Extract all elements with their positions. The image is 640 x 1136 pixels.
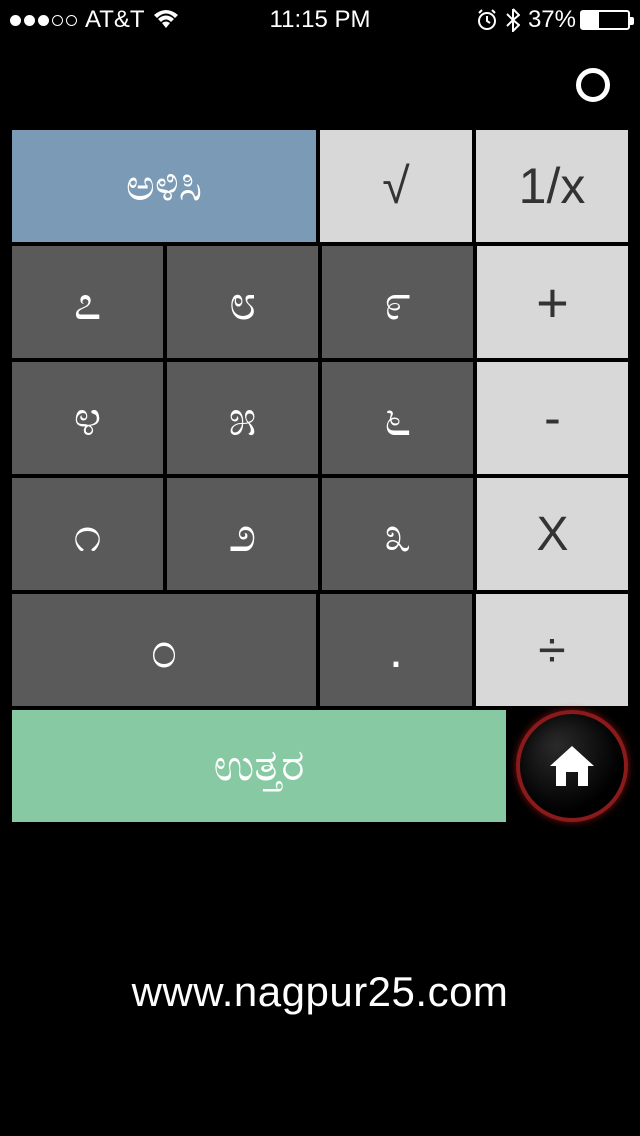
- minus-button[interactable]: -: [477, 362, 628, 474]
- alarm-icon: [476, 9, 498, 31]
- battery-pct-label: 37%: [528, 6, 576, 34]
- home-icon: [544, 738, 600, 794]
- digit-0-button[interactable]: ೦: [12, 594, 316, 706]
- display-indicator-icon: [576, 68, 610, 102]
- status-right: 37%: [476, 6, 630, 34]
- calculator-display: [0, 40, 640, 130]
- digit-9-button[interactable]: ೯: [322, 246, 473, 358]
- reciprocal-button[interactable]: 1/x: [476, 130, 628, 242]
- carrier-label: AT&T: [85, 6, 145, 34]
- decimal-button[interactable]: .: [320, 594, 472, 706]
- plus-button[interactable]: +: [477, 246, 628, 358]
- battery-indicator: 37%: [528, 6, 630, 34]
- footer-url-label: www.nagpur25.com: [0, 968, 640, 1016]
- sqrt-button[interactable]: √: [320, 130, 472, 242]
- clock-label: 11:15 PM: [270, 6, 371, 34]
- status-left: AT&T: [10, 6, 179, 34]
- digit-5-button[interactable]: ೫: [167, 362, 318, 474]
- bluetooth-icon: [506, 8, 520, 32]
- digit-2-button[interactable]: ೨: [167, 478, 318, 590]
- battery-icon: [580, 10, 630, 30]
- home-button[interactable]: [516, 710, 628, 822]
- digit-4-button[interactable]: ೪: [12, 362, 163, 474]
- digit-1-button[interactable]: ೧: [12, 478, 163, 590]
- multiply-button[interactable]: X: [477, 478, 628, 590]
- divide-button[interactable]: ÷: [476, 594, 628, 706]
- status-bar: AT&T 11:15 PM 37%: [0, 0, 640, 40]
- digit-7-button[interactable]: ೭: [12, 246, 163, 358]
- equals-button[interactable]: ಉತ್ತರ: [12, 710, 506, 822]
- keypad: ಅಳಿಸಿ √ 1/x ೭ ೮ ೯ + ೪ ೫ ೬ - ೧ ೨ ೩ X ೦ . …: [0, 130, 640, 822]
- digit-6-button[interactable]: ೬: [322, 362, 473, 474]
- digit-3-button[interactable]: ೩: [322, 478, 473, 590]
- wifi-icon: [153, 10, 179, 30]
- signal-strength-icon: [10, 15, 77, 26]
- clear-button[interactable]: ಅಳಿಸಿ: [12, 130, 316, 242]
- digit-8-button[interactable]: ೮: [167, 246, 318, 358]
